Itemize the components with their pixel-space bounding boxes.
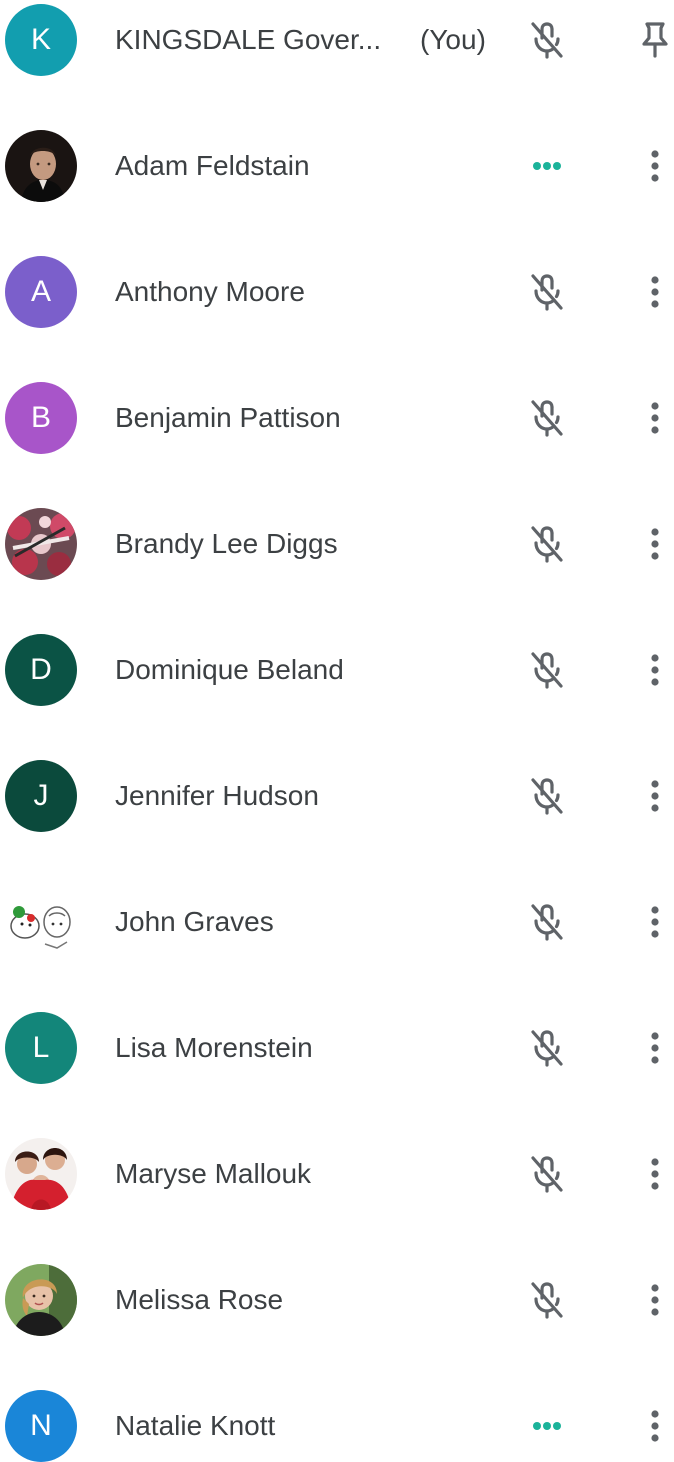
- avatar: [5, 130, 77, 202]
- avatar: [5, 886, 77, 958]
- avatar: [5, 508, 77, 580]
- mic-off-icon: [531, 22, 563, 59]
- mic-off-icon: [531, 778, 563, 815]
- participant-name: Maryse Mallouk: [115, 1158, 312, 1189]
- participant-row[interactable]: Adam Feldstain: [0, 126, 674, 252]
- participant-row[interactable]: K KINGSDALE Gover... (You): [0, 0, 674, 126]
- mic-off-icon: [531, 400, 563, 437]
- mic-off-icon: [531, 1282, 563, 1319]
- participant-name: Natalie Knott: [115, 1410, 276, 1441]
- participant-name: Benjamin Pattison: [115, 402, 341, 433]
- participant-name: Jennifer Hudson: [115, 780, 319, 811]
- more-vert-icon[interactable]: [631, 772, 674, 820]
- participant-name: John Graves: [115, 906, 274, 937]
- more-vert-icon[interactable]: [631, 1024, 674, 1072]
- avatar-initial: B: [30, 401, 51, 434]
- mic-off-icon: [531, 274, 563, 311]
- more-vert-icon[interactable]: [631, 268, 674, 316]
- more-vert-icon[interactable]: [631, 646, 674, 694]
- avatar: B: [5, 382, 77, 454]
- pin-icon[interactable]: [631, 16, 674, 64]
- you-label: (You): [420, 24, 486, 55]
- avatar: K: [5, 4, 77, 76]
- participant-row[interactable]: N Natalie Knott: [0, 1386, 674, 1462]
- participant-name: Brandy Lee Diggs: [115, 528, 338, 559]
- mic-off-icon: [531, 652, 563, 689]
- more-vert-icon[interactable]: [631, 142, 674, 190]
- avatar-initial: J: [33, 779, 49, 812]
- more-vert-icon[interactable]: [631, 520, 674, 568]
- participant-row[interactable]: Brandy Lee Diggs: [0, 504, 674, 630]
- avatar: J: [5, 760, 77, 832]
- avatar: L: [5, 1012, 77, 1084]
- speaking-dots-icon: [533, 162, 561, 170]
- avatar-initial: L: [32, 1031, 50, 1064]
- more-vert-icon[interactable]: [631, 1402, 674, 1450]
- avatar: [5, 1138, 77, 1210]
- participant-name: Lisa Morenstein: [115, 1032, 313, 1063]
- avatar-initial: N: [30, 1409, 52, 1442]
- more-vert-icon[interactable]: [631, 1276, 674, 1324]
- participant-row[interactable]: B Benjamin Pattison: [0, 378, 674, 504]
- avatar-initial: D: [30, 653, 52, 686]
- participant-name: Melissa Rose: [115, 1284, 284, 1315]
- avatar: [5, 1264, 77, 1336]
- participant-row[interactable]: Melissa Rose: [0, 1260, 674, 1386]
- participant-row[interactable]: D Dominique Beland: [0, 630, 674, 756]
- more-vert-icon[interactable]: [631, 1150, 674, 1198]
- mic-off-icon: [531, 1156, 563, 1193]
- participant-name: Dominique Beland: [115, 654, 344, 685]
- participant-row[interactable]: A Anthony Moore: [0, 252, 674, 378]
- mic-off-icon: [531, 904, 563, 941]
- more-vert-icon[interactable]: [631, 394, 674, 442]
- participant-name: Adam Feldstain: [115, 150, 310, 181]
- avatar: D: [5, 634, 77, 706]
- participant-row[interactable]: Maryse Mallouk: [0, 1134, 674, 1260]
- more-vert-icon[interactable]: [631, 898, 674, 946]
- avatar: N: [5, 1390, 77, 1462]
- participant-row[interactable]: L Lisa Morenstein: [0, 1008, 674, 1134]
- participant-name: Anthony Moore: [115, 276, 305, 307]
- avatar-initial: A: [30, 275, 51, 308]
- participant-row[interactable]: J Jennifer Hudson: [0, 756, 674, 882]
- mic-off-icon: [531, 1030, 563, 1067]
- participant-list: K KINGSDALE Gover... (You) Adam Feldstai…: [0, 0, 674, 1462]
- participant-name: KINGSDALE Gover...: [115, 24, 382, 55]
- participant-row[interactable]: John Graves: [0, 882, 674, 1008]
- avatar-initial: K: [30, 23, 51, 56]
- speaking-dots-icon: [533, 1422, 561, 1430]
- mic-off-icon: [531, 526, 563, 563]
- avatar: A: [5, 256, 77, 328]
